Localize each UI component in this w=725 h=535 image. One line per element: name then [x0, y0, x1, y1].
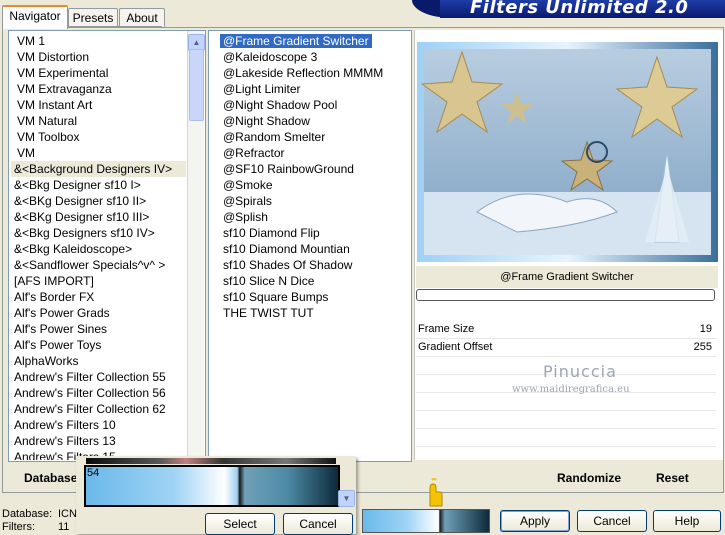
category-item[interactable]: &<Bkg Designers sf10 IV> — [11, 225, 186, 241]
filter-list[interactable]: @Frame Gradient Switcher @Kaleidoscope 3 @… — [220, 33, 408, 321]
category-item[interactable]: Andrew's Filter Collection 55 — [11, 369, 186, 385]
filter-item[interactable]: @Night Shadow Pool — [220, 97, 408, 113]
category-item[interactable]: &<Sandflower Specials^v^ > — [11, 257, 186, 273]
category-item[interactable]: Alf's Power Toys — [11, 337, 186, 353]
filter-item[interactable]: @SF10 RainbowGround — [220, 161, 408, 177]
tab-presets[interactable]: Presets — [68, 8, 118, 27]
watermark-url: www.maidiregrafica.eu — [512, 384, 630, 395]
preview-svg — [417, 42, 718, 262]
param-label: Gradient Offset — [418, 341, 493, 353]
filter-item[interactable]: @Splish — [220, 209, 408, 225]
filter-item[interactable]: sf10 Square Bumps — [220, 289, 408, 305]
filter-item[interactable]: sf10 Diamond Flip — [220, 225, 408, 241]
param-row-empty — [416, 429, 716, 447]
category-item[interactable]: VM Toolbox — [11, 129, 186, 145]
category-item[interactable]: VM Distortion — [11, 49, 186, 65]
category-item[interactable]: Alf's Power Grads — [11, 305, 186, 321]
category-item[interactable]: &<Bkg Kaleidoscope> — [11, 241, 186, 257]
preview-filter-name: @Frame Gradient Switcher — [416, 266, 718, 288]
filter-item[interactable]: sf10 Shades Of Shadow — [220, 257, 408, 273]
status-database-value: ICN — [58, 508, 77, 520]
window-title: Filters Unlimited 2.0 — [470, 0, 689, 18]
filter-item[interactable]: @Spirals — [220, 193, 408, 209]
category-item[interactable]: Andrew's Filters 10 — [11, 417, 186, 433]
filter-item[interactable]: THE TWIST TUT — [220, 305, 408, 321]
param-row-gradient-offset[interactable]: Gradient Offset 255 — [416, 339, 716, 357]
category-item[interactable]: Andrew's Filters 13 — [11, 433, 186, 449]
category-item[interactable]: Andrew's Filter Collection 62 — [11, 401, 186, 417]
hand-cursor-icon — [424, 478, 444, 508]
gradient-scroll-down-icon[interactable]: ▼ — [338, 490, 355, 507]
param-row-empty — [416, 411, 716, 429]
status-filters-label: Filters: — [2, 521, 35, 533]
category-item[interactable]: &<BKg Designer sf10 III> — [11, 209, 186, 225]
help-button[interactable]: Help — [653, 510, 721, 532]
filter-item[interactable]: sf10 Slice N Dice — [220, 273, 408, 289]
database-button[interactable]: Database — [24, 471, 77, 485]
param-label: Frame Size — [418, 323, 475, 335]
category-item[interactable]: &<Background Designers IV> — [11, 161, 186, 177]
gradient-value: 54 — [87, 467, 100, 479]
category-item[interactable]: &<BKg Designer sf10 II> — [11, 193, 186, 209]
tab-navigator[interactable]: Navigator — [2, 5, 68, 29]
category-item[interactable]: VM Experimental — [11, 65, 186, 81]
filter-item[interactable]: @Light Limiter — [220, 81, 408, 97]
filter-item[interactable]: @Lakeside Reflection MMMM — [220, 65, 408, 81]
category-item[interactable]: AlphaWorks — [11, 353, 186, 369]
cancel-button[interactable]: Cancel — [577, 510, 647, 532]
filter-item[interactable]: @Smoke — [220, 177, 408, 193]
category-item[interactable]: VM Extravaganza — [11, 81, 186, 97]
gradient-preview-swatch[interactable] — [362, 509, 490, 533]
param-value[interactable]: 255 — [694, 339, 712, 356]
filter-item[interactable]: @Kaleidoscope 3 — [220, 49, 408, 65]
tab-about[interactable]: About — [119, 8, 165, 27]
category-item[interactable]: VM Instant Art — [11, 97, 186, 113]
category-item[interactable]: VM 1 — [11, 33, 186, 49]
filter-item[interactable]: @Refractor — [220, 145, 408, 161]
status-filters-value: 11 — [58, 521, 70, 533]
filter-item[interactable]: @Random Smelter — [220, 129, 408, 145]
category-item[interactable]: Alf's Power Sines — [11, 321, 186, 337]
filter-item-selected-label: @Frame Gradient Switcher — [220, 34, 372, 48]
watermark-name: Pinuccia — [543, 362, 617, 381]
category-item[interactable]: &<Bkg Designer sf10 I> — [11, 177, 186, 193]
preview-image — [417, 42, 718, 262]
param-row-empty — [416, 393, 716, 411]
category-item[interactable]: VM Natural — [11, 113, 186, 129]
category-item[interactable]: Andrew's Filter Collection 56 — [11, 385, 186, 401]
category-list[interactable]: VM 1 VM Distortion VM Experimental VM Extra… — [11, 33, 186, 460]
reset-button[interactable]: Reset — [656, 471, 689, 485]
popup-cancel-button[interactable]: Cancel — [283, 513, 353, 535]
gradient-swatch[interactable] — [84, 465, 340, 507]
category-item[interactable]: Alf's Border FX — [11, 289, 186, 305]
filter-item[interactable]: sf10 Diamond Mountian — [220, 241, 408, 257]
category-item[interactable]: [AFS IMPORT] — [11, 273, 186, 289]
category-item[interactable]: VM — [11, 145, 186, 161]
select-button[interactable]: Select — [205, 513, 275, 535]
filter-item[interactable]: @Frame Gradient Switcher — [220, 33, 408, 49]
scroll-thumb[interactable] — [189, 49, 204, 121]
param-value[interactable]: 19 — [700, 321, 712, 338]
category-scrollbar[interactable]: ▲ — [187, 31, 205, 460]
apply-button[interactable]: Apply — [500, 510, 570, 532]
filter-item[interactable]: @Night Shadow — [220, 113, 408, 129]
progress-bar — [416, 289, 715, 301]
status-database-label: Database: — [2, 508, 53, 520]
param-row-frame-size[interactable]: Frame Size 19 — [416, 321, 716, 339]
randomize-button[interactable]: Randomize — [557, 471, 621, 485]
gradient-strip-top — [86, 458, 336, 464]
